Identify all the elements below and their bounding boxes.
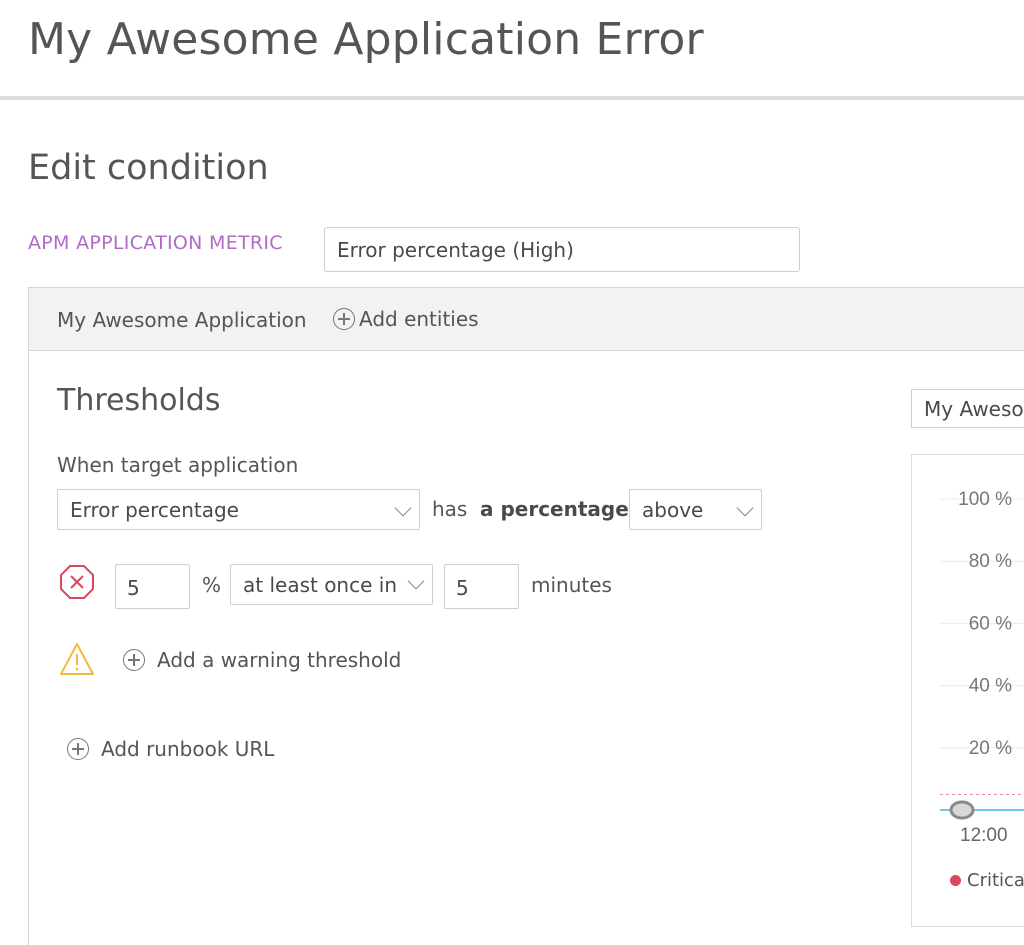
legend-critical-dot	[950, 875, 961, 886]
add-runbook-url-button[interactable]: Add runbook URL	[67, 737, 274, 761]
chevron-down-icon	[736, 499, 754, 517]
condition-panel: My Awesome Application Add entities Thre…	[28, 287, 1024, 945]
y-tick-label: 20 %	[969, 738, 1012, 759]
add-warning-label: Add a warning threshold	[157, 648, 402, 672]
app-header: My Awesome Application Error	[0, 0, 1024, 100]
warning-triangle-icon	[60, 643, 94, 675]
circle-plus-icon	[333, 308, 355, 330]
page-title: Edit condition	[28, 148, 269, 188]
operator-select-value: above	[642, 498, 704, 522]
when-target-label: When target application	[57, 453, 299, 477]
metric-select[interactable]: Error percentage	[57, 489, 420, 530]
circle-plus-icon	[67, 738, 89, 760]
x-tick-label: 12:00	[960, 825, 1008, 846]
a-percentage-text: a percentage	[480, 497, 629, 521]
metric-type-label: APM APPLICATION METRIC	[28, 232, 283, 254]
chart-svg: 100 % 80 % 60 % 40 % 20 % 12:00	[940, 489, 1024, 846]
entities-bar: My Awesome Application Add entities	[29, 288, 1024, 351]
y-tick-label: 100 %	[958, 489, 1012, 510]
threshold-preview-chart: 100 % 80 % 60 % 40 % 20 % 12:00 Critica	[911, 454, 1024, 927]
add-entities-button[interactable]: Add entities	[333, 307, 479, 331]
critical-value-input[interactable]: 5	[115, 564, 190, 609]
thresholds-heading: Thresholds	[57, 383, 221, 418]
chevron-down-icon	[394, 499, 412, 517]
percent-unit: %	[202, 573, 222, 597]
chart-entity-select[interactable]: My Aweso	[911, 389, 1024, 428]
series-point	[949, 800, 975, 820]
entity-name[interactable]: My Awesome Application	[57, 308, 307, 332]
chevron-down-icon	[407, 572, 425, 590]
legend-critical-label: Critica	[967, 870, 1024, 891]
add-warning-threshold-button[interactable]: Add a warning threshold	[123, 648, 401, 672]
y-tick-label: 80 %	[969, 551, 1012, 572]
app-title: My Awesome Application Error	[28, 14, 704, 65]
duration-input[interactable]: 5	[444, 564, 519, 609]
occurrence-select-value: at least once in	[243, 573, 397, 597]
y-tick-label: 40 %	[969, 676, 1012, 697]
chart-legend: Critica	[950, 870, 1024, 891]
occurrence-select[interactable]: at least once in	[230, 564, 433, 605]
add-entities-label: Add entities	[359, 307, 479, 331]
y-tick-label: 60 %	[969, 613, 1012, 634]
add-runbook-label: Add runbook URL	[101, 737, 275, 761]
critical-octagon-icon	[60, 565, 94, 599]
has-text: has	[432, 497, 468, 521]
metric-select-value: Error percentage	[70, 498, 239, 522]
operator-select[interactable]: above	[629, 489, 762, 530]
minutes-unit: minutes	[531, 573, 612, 597]
circle-plus-icon	[123, 649, 145, 671]
condition-name-input[interactable]: Error percentage (High)	[324, 227, 800, 272]
chart-entity-select-value: My Aweso	[924, 397, 1024, 421]
